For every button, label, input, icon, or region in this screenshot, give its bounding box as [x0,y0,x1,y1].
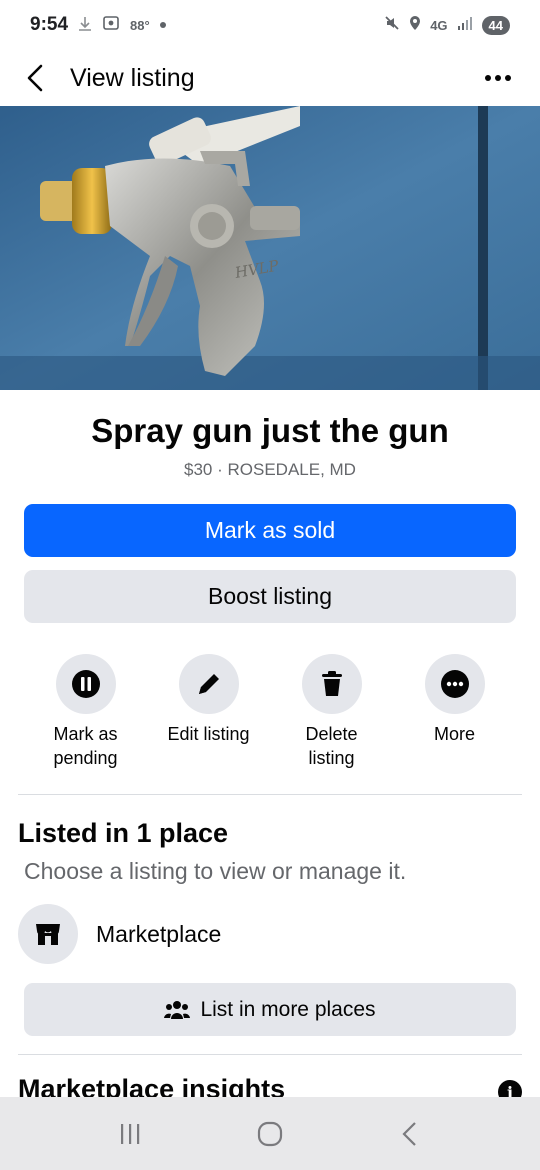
edit-listing-label: Edit listing [167,724,250,744]
listing-actions: Mark as pending Edit listing Delete listin… [24,654,516,770]
divider [18,794,522,795]
more-action[interactable]: More [393,654,516,770]
mark-pending-action[interactable]: Mark as pending [24,654,147,770]
people-group-icon [164,1000,191,1019]
delete-listing-button[interactable] [301,654,362,714]
dot [495,75,501,81]
status-left: 9:54 88° [30,14,166,36]
label-line: Mark as [53,724,118,744]
dot [485,75,491,81]
back-button[interactable] [0,50,70,106]
battery-indicator: 44 [481,15,510,35]
recent-apps-button[interactable] [100,1109,160,1159]
notification-dot [159,22,166,28]
pause-icon [71,670,100,698]
status-bar: 9:54 88° 4G 44 [0,0,540,50]
list-in-more-places-button[interactable]: List in more places [24,983,516,1036]
app-header: View listing [0,50,540,106]
home-icon [257,1121,283,1146]
screenshot-icon [102,15,120,36]
place-label: Marketplace [96,920,222,947]
recent-apps-icon [121,1123,140,1144]
dot [505,75,511,81]
storefront-icon-circle [18,904,78,964]
listed-places-title: Listed in 1 place [18,818,229,848]
home-button[interactable] [240,1109,300,1159]
location-icon [409,15,421,36]
edit-listing-action[interactable]: Edit listing [147,654,270,770]
download-icon [78,16,92,35]
mark-pending-label: Mark as pending [53,722,117,770]
page-title: View listing [70,63,195,92]
label-line: listing [308,748,355,768]
status-right: 4G 44 [384,15,510,36]
label-line: Delete [305,724,358,744]
more-icon [440,670,469,698]
network-label: 4G [430,17,448,33]
divider [18,1054,522,1055]
listing-price-location: $30 · ROSEDALE, MD [184,460,356,479]
pencil-icon [198,674,219,694]
trash-icon [321,671,342,696]
signal-icon [457,16,473,35]
boost-listing-button[interactable]: Boost listing [24,570,516,623]
system-nav-bar [0,1097,540,1170]
mark-pending-button[interactable] [55,654,116,714]
mark-as-sold-button[interactable]: Mark as sold [24,504,516,557]
label-line: pending [53,748,118,768]
edit-listing-button[interactable] [178,654,239,714]
more-options-button[interactable] [478,64,518,92]
spray-gun-photo: HVLP [0,106,540,390]
system-back-icon [402,1121,416,1146]
status-time: 9:54 [30,14,69,35]
status-temperature: 88° [130,17,150,33]
delete-listing-action[interactable]: Delete listing [270,654,393,770]
list-more-label: List in more places [200,997,376,1021]
listing-photo[interactable]: HVLP [0,106,540,390]
delete-listing-label: Delete listing [305,722,357,770]
more-button[interactable] [424,654,485,714]
system-back-button[interactable] [380,1109,440,1159]
place-item-marketplace[interactable]: Marketplace [18,904,221,964]
back-arrow-icon [27,64,43,92]
more-label: More [433,724,475,744]
mute-icon [384,15,400,36]
listed-places-subtitle: Choose a listing to view or manage it. [24,858,407,884]
storefront-icon [36,924,60,945]
listing-title: Spray gun just the gun [91,412,449,449]
